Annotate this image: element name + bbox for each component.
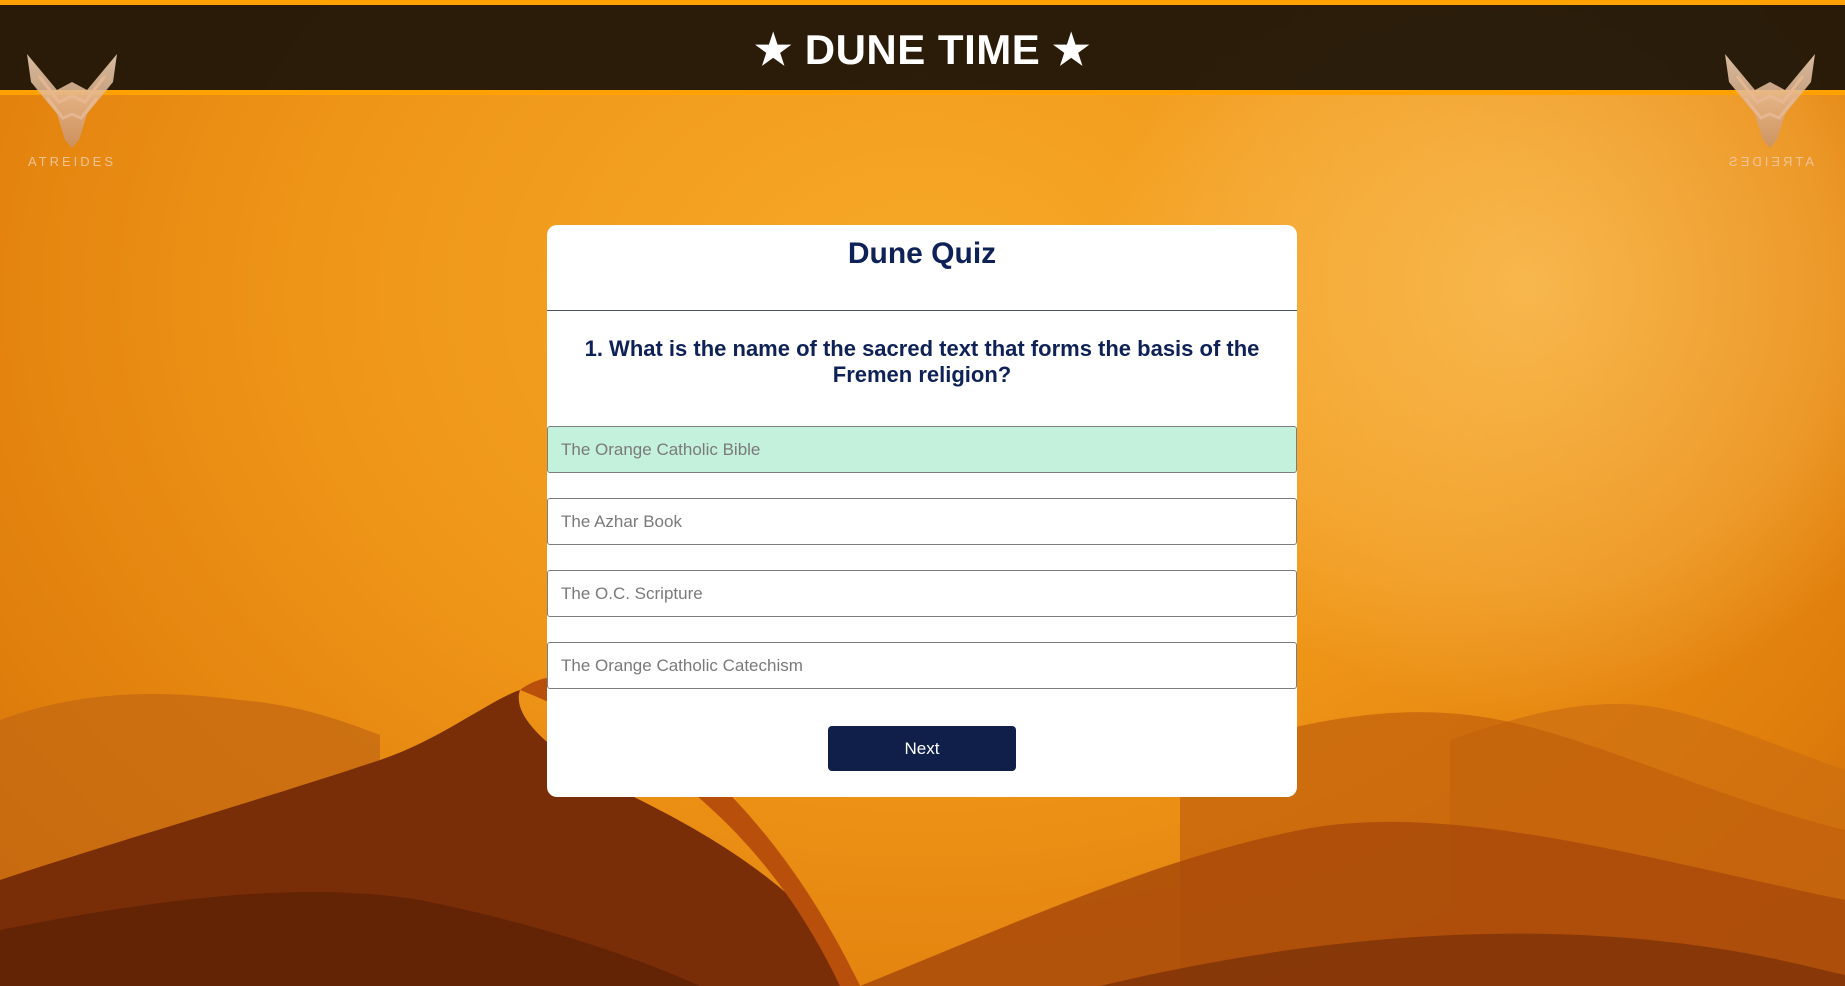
atreides-wordmark-right: ATREIDES: [1725, 154, 1815, 169]
atreides-logo-left: ATREIDES: [17, 52, 127, 177]
answer-option[interactable]: The Azhar Book: [547, 498, 1297, 545]
title-divider: [547, 310, 1297, 311]
answer-option-label: The Orange Catholic Bible: [561, 439, 761, 459]
site-title: ★ DUNE TIME ★: [754, 26, 1091, 73]
quiz-title: Dune Quiz: [847, 237, 997, 270]
answer-option-label: The Azhar Book: [561, 511, 682, 531]
atreides-wordmark-left: ATREIDES: [27, 154, 117, 169]
answer-option[interactable]: The Orange Catholic Catechism: [547, 642, 1297, 689]
answer-option-label: The Orange Catholic Catechism: [561, 655, 803, 675]
next-button[interactable]: Next: [828, 726, 1016, 771]
site-header: ★ DUNE TIME ★: [0, 0, 1845, 95]
question-text: 1. What is the name of the sacred text t…: [584, 336, 1260, 387]
hawk-emblem-icon: [27, 54, 117, 148]
answer-option-label: The O.C. Scripture: [561, 583, 703, 603]
hawk-emblem-icon: [1725, 54, 1815, 148]
atreides-logo-right: ATREIDES: [1715, 52, 1825, 177]
quiz-card: Dune Quiz 1. What is the name of the sac…: [547, 225, 1297, 797]
answer-option[interactable]: The O.C. Scripture: [547, 570, 1297, 617]
answer-option[interactable]: The Orange Catholic Bible: [547, 426, 1297, 473]
